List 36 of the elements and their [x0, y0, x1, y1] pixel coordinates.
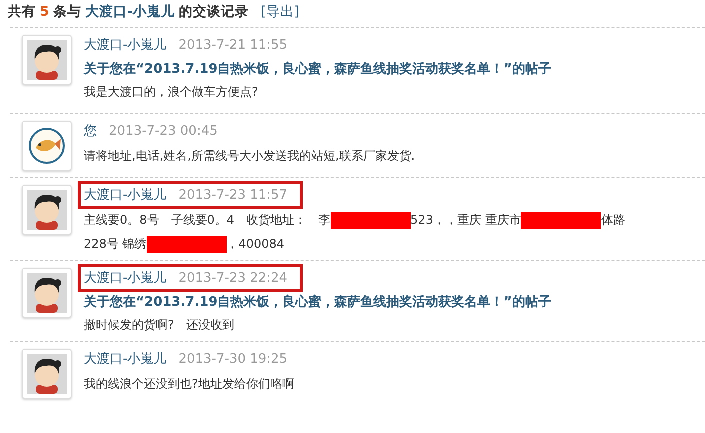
avatar[interactable]: [22, 35, 72, 85]
person-silhouette-icon: [27, 190, 67, 230]
message-text: 我是大渡口的，浪个做车方便点?: [84, 84, 258, 101]
heading-text: 条与: [53, 3, 82, 21]
message-text: 体路: [601, 212, 626, 229]
avatar[interactable]: [22, 349, 72, 399]
sender-name[interactable]: 您: [84, 122, 97, 140]
sender-name[interactable]: 大渡口-小嵬儿: [84, 36, 167, 54]
message-text: ，400084: [226, 236, 285, 253]
sender-name[interactable]: 大渡口-小嵬儿: [84, 186, 167, 204]
avatar[interactable]: [22, 268, 72, 318]
sender-name[interactable]: 大渡口-小嵬儿: [84, 269, 167, 287]
topic-link[interactable]: 关于您在“2013.7.19自热米饭，良心蜜，森萨鱼线抽奖活动获奖名单！”的帖子: [84, 60, 552, 78]
heading-text: 的交谈记录: [179, 3, 250, 21]
avatar[interactable]: [22, 185, 72, 235]
export-link[interactable]: [导出]: [261, 3, 300, 21]
person-silhouette-icon: [27, 354, 67, 394]
message-text: 主线要0。8号 子线要0。4 收货地址： 李: [84, 212, 331, 229]
message-time: 2013-7-23 00:45: [109, 124, 218, 138]
message-time: 2013-7-23 22:24: [178, 270, 288, 286]
message-text: 523，，重庆 重庆市: [410, 212, 522, 229]
message-text: 请将地址,电话,姓名,所需线号大小发送我的站短,联系厂家发货.: [84, 148, 416, 165]
message-text: 撤时候发的货啊? 还没收到: [84, 317, 234, 334]
partner-link[interactable]: 大渡口-小嵬儿: [85, 3, 176, 21]
message-time: 2013-7-30 19:25: [178, 352, 288, 366]
sender-name[interactable]: 大渡口-小嵬儿: [84, 350, 167, 368]
message-text: 228号 锦绣: [84, 236, 147, 253]
message-time: 2013-7-23 11:57: [178, 188, 288, 202]
message-time: 2013-7-21 11:55: [178, 38, 288, 52]
message-text: 我的线浪个还没到也?地址发给你们咯啊: [84, 376, 294, 393]
heading-text: 共有: [8, 3, 36, 21]
message-count: 5: [40, 4, 50, 20]
topic-link[interactable]: 关于您在“2013.7.19自热米饭，良心蜜，森萨鱼线抽奖活动获奖名单！”的帖子: [84, 293, 552, 311]
person-silhouette-icon: [27, 40, 67, 80]
fish-emblem-icon: [27, 126, 67, 166]
person-silhouette-icon: [27, 273, 67, 313]
